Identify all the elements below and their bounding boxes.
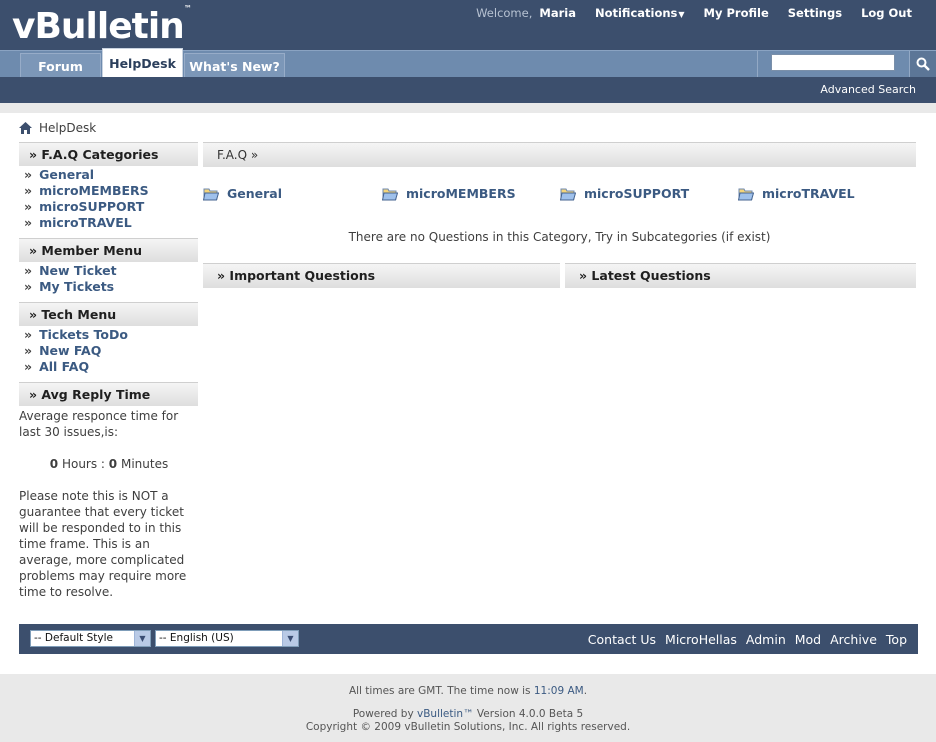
search-box xyxy=(757,51,908,77)
avg-reply-note: Please note this is NOT a guarantee that… xyxy=(19,489,187,599)
sub-navbar: Advanced Search xyxy=(0,77,936,103)
sidebar-item-micromembers[interactable]: » microMEMBERS xyxy=(24,183,149,198)
notifications-label: Notifications xyxy=(594,6,678,20)
logout-link[interactable]: Log Out xyxy=(861,6,912,20)
sidebar-item-microtravel[interactable]: » microTRAVEL xyxy=(24,215,132,230)
search-input[interactable] xyxy=(771,54,895,71)
footer-links: Contact Us MicroHellas Admin Mod Archive… xyxy=(579,632,907,647)
caret-down-icon: ▼ xyxy=(678,10,685,19)
chevron-down-icon: ▼ xyxy=(282,631,298,646)
language-select-value: -- English (US) xyxy=(159,632,234,644)
footer-link-admin[interactable]: Admin xyxy=(746,632,786,647)
faq-categories-header: » F.A.Q Categories xyxy=(19,142,198,166)
member-menu-header: » Member Menu xyxy=(19,238,198,262)
page-footer: All times are GMT. The time now is 11:09… xyxy=(0,674,936,742)
tab-helpdesk[interactable]: HelpDesk xyxy=(102,48,183,78)
category-label: microTRAVEL xyxy=(762,186,855,201)
minutes-value: 0 xyxy=(108,457,118,471)
faq-breadcrumb-bar: F.A.Q » xyxy=(203,142,916,167)
home-icon[interactable] xyxy=(19,122,32,134)
footer-link-microhellas[interactable]: MicroHellas xyxy=(665,632,737,647)
sidebar-item-my-tickets[interactable]: » My Tickets xyxy=(24,279,114,294)
tech-menu-header: » Tech Menu xyxy=(19,302,198,326)
logo-text: vBulletin xyxy=(12,6,185,47)
folder-icon xyxy=(382,188,398,200)
footer-link-mod[interactable]: Mod xyxy=(795,632,821,647)
vbulletin-link[interactable]: vBulletin™ xyxy=(417,708,474,720)
language-select[interactable]: -- English (US) ▼ xyxy=(155,630,299,647)
category-label: microMEMBERS xyxy=(406,186,516,201)
sidebar-item-all-faq[interactable]: » All FAQ xyxy=(24,359,89,374)
advanced-search-link[interactable]: Advanced Search xyxy=(820,83,916,96)
category-microsupport[interactable]: microSUPPORT xyxy=(560,186,689,201)
style-select-value: -- Default Style xyxy=(34,632,113,644)
breadcrumb-current: HelpDesk xyxy=(39,121,97,135)
avg-reply-value: 0 Hours : 0 Minutes xyxy=(19,456,199,472)
tab-whats-new[interactable]: What's New? xyxy=(184,53,285,79)
search-button[interactable] xyxy=(909,51,936,77)
category-general[interactable]: General xyxy=(203,186,282,201)
no-questions-message: There are no Questions in this Category,… xyxy=(348,230,771,244)
category-label: microSUPPORT xyxy=(584,186,690,201)
copyright: Copyright © 2009 vBulletin Solutions, In… xyxy=(305,721,631,733)
current-time: 11:09 AM xyxy=(533,685,584,697)
vbulletin-logo[interactable]: vBulletin™ xyxy=(12,2,192,48)
hours-label: Hours : xyxy=(61,457,105,471)
powered-by-line: Powered by vBulletin™ Version 4.0.0 Beta… xyxy=(352,708,584,720)
important-questions-header: » Important Questions xyxy=(203,263,560,288)
folder-icon xyxy=(560,188,576,200)
header-shadow xyxy=(0,103,936,113)
footer-link-contact[interactable]: Contact Us xyxy=(588,632,656,647)
category-label: General xyxy=(227,186,282,201)
sidebar-item-new-ticket[interactable]: » New Ticket xyxy=(24,263,117,278)
style-select[interactable]: -- Default Style ▼ xyxy=(30,630,151,647)
notifications-menu[interactable]: Notifications▼ xyxy=(595,6,685,20)
settings-link[interactable]: Settings xyxy=(788,6,842,20)
my-profile-link[interactable]: My Profile xyxy=(704,6,769,20)
minutes-label: Minutes xyxy=(120,457,169,471)
search-icon xyxy=(916,57,930,71)
site-header: vBulletin™ Welcome, Maria Notifications▼… xyxy=(0,0,936,50)
category-micromembers[interactable]: microMEMBERS xyxy=(382,186,516,201)
avg-reply-description: Average responce time for last 30 issues… xyxy=(19,409,179,439)
chevron-down-icon: ▼ xyxy=(134,631,150,646)
welcome-text: Welcome, xyxy=(476,6,533,20)
sidebar-item-microsupport[interactable]: » microSUPPORT xyxy=(24,199,144,214)
logo-tm: ™ xyxy=(183,4,192,13)
footer-link-archive[interactable]: Archive xyxy=(830,632,877,647)
top-links: Welcome, Maria Notifications▼ My Profile… xyxy=(476,6,912,20)
navbar: Forum HelpDesk What's New? xyxy=(0,48,936,79)
footer-bar: -- Default Style ▼ -- English (US) ▼ Con… xyxy=(19,624,918,654)
tab-forum[interactable]: Forum xyxy=(20,53,101,79)
hours-value: 0 xyxy=(49,457,59,471)
category-microtravel[interactable]: microTRAVEL xyxy=(738,186,855,201)
sidebar-item-tickets-todo[interactable]: » Tickets ToDo xyxy=(24,327,128,342)
footer-link-top[interactable]: Top xyxy=(886,632,907,647)
folder-icon xyxy=(203,188,219,200)
latest-questions-header: » Latest Questions xyxy=(565,263,916,288)
time-line: All times are GMT. The time now is 11:09… xyxy=(348,685,588,697)
username-link[interactable]: Maria xyxy=(539,6,576,20)
folder-icon xyxy=(738,188,754,200)
sidebar-item-general[interactable]: » General xyxy=(24,167,94,182)
breadcrumb: HelpDesk xyxy=(19,121,96,135)
avg-reply-header: » Avg Reply Time xyxy=(19,382,198,406)
sidebar-item-new-faq[interactable]: » New FAQ xyxy=(24,343,101,358)
